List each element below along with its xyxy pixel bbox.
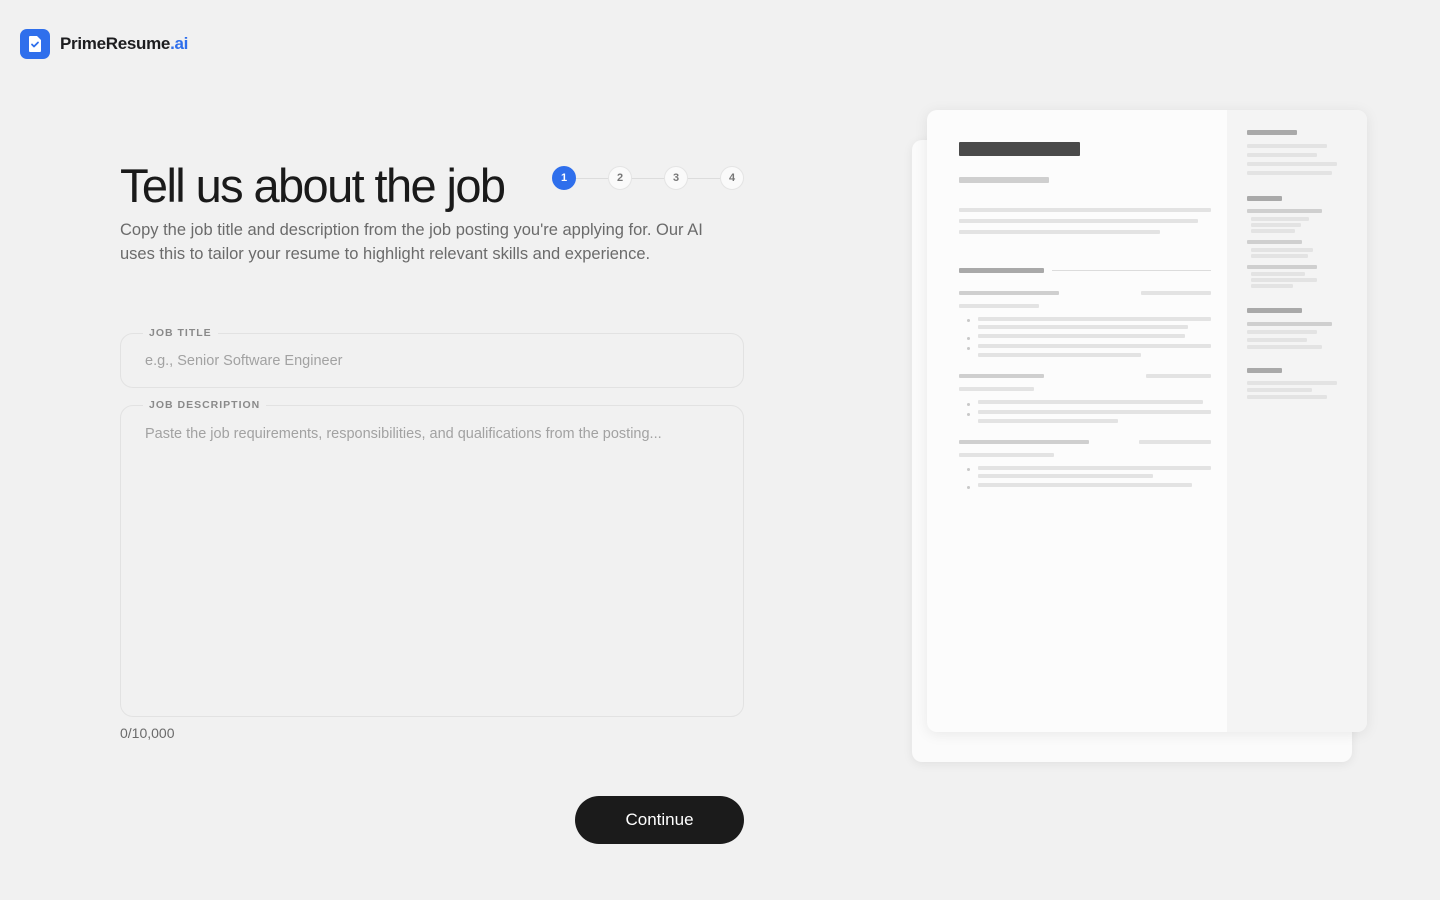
resume-line	[978, 344, 1211, 348]
resume-line	[1247, 388, 1312, 392]
resume-line	[1251, 217, 1309, 221]
resume-line	[978, 419, 1118, 423]
resume-sidebar-heading	[1247, 368, 1282, 373]
resume-line	[1251, 223, 1301, 227]
resume-line	[1247, 345, 1322, 349]
resume-line	[1247, 330, 1317, 334]
continue-button[interactable]: Continue	[575, 796, 744, 844]
resume-line	[1247, 338, 1307, 342]
step-connector	[632, 177, 664, 179]
progress-stepper: 1 2 3 4	[552, 166, 744, 190]
resume-company	[959, 304, 1039, 308]
job-title-label: JOB TITLE	[143, 326, 218, 340]
resume-line	[978, 317, 1211, 321]
resume-line	[1247, 153, 1317, 157]
resume-line	[1247, 162, 1337, 166]
resume-line	[978, 400, 1203, 404]
resume-job-date	[1139, 440, 1211, 444]
brand-name: PrimeResume.ai	[60, 34, 189, 53]
brand-suffix: .ai	[170, 34, 189, 53]
resume-line	[959, 219, 1198, 223]
resume-line	[1247, 209, 1322, 213]
resume-section-rule	[1052, 270, 1211, 271]
resume-sidebar-heading	[1247, 130, 1297, 135]
step-connector	[688, 177, 720, 179]
resume-line	[1251, 229, 1295, 233]
resume-sidebar-heading	[1247, 308, 1302, 313]
resume-bullet	[967, 347, 970, 350]
resume-bullet	[967, 413, 970, 416]
document-check-icon	[20, 29, 50, 59]
step-3: 3	[664, 166, 688, 190]
resume-bullet	[967, 486, 970, 489]
resume-company	[959, 453, 1054, 457]
job-description-label: JOB DESCRIPTION	[143, 398, 267, 412]
resume-line	[1247, 395, 1327, 399]
job-description-input[interactable]	[121, 406, 743, 714]
resume-bullet	[967, 468, 970, 471]
resume-line	[1247, 171, 1332, 175]
resume-bullet	[967, 337, 970, 340]
resume-line	[978, 483, 1192, 487]
step-1: 1	[552, 166, 576, 190]
character-count: 0/10,000	[120, 725, 175, 741]
resume-line	[1247, 240, 1302, 244]
resume-line	[978, 353, 1141, 357]
job-description-field: JOB DESCRIPTION	[120, 398, 744, 717]
resume-line	[978, 325, 1188, 329]
resume-line	[959, 208, 1211, 212]
resume-name-placeholder	[959, 142, 1080, 156]
title-row: Tell us about the job 1 2 3 4	[120, 160, 744, 212]
resume-job-title	[959, 374, 1044, 378]
resume-line	[1247, 265, 1317, 269]
resume-line	[1251, 272, 1305, 276]
resume-sidebar	[1227, 110, 1367, 732]
resume-line	[1251, 284, 1293, 288]
step-4: 4	[720, 166, 744, 190]
resume-line	[978, 466, 1211, 470]
job-form: Tell us about the job 1 2 3 4 Copy the j…	[120, 160, 744, 741]
step-2: 2	[608, 166, 632, 190]
resume-line	[1251, 254, 1308, 258]
resume-line	[978, 410, 1211, 414]
resume-headline-placeholder	[959, 177, 1049, 183]
job-title-field: JOB TITLE	[120, 326, 744, 388]
resume-sheet	[927, 110, 1367, 732]
resume-sidebar-heading	[1247, 196, 1282, 201]
resume-company	[959, 387, 1034, 391]
resume-line	[1247, 144, 1327, 148]
page-subtitle: Copy the job title and description from …	[120, 221, 703, 263]
resume-line	[1251, 248, 1313, 252]
resume-job-title	[959, 291, 1059, 295]
resume-section-heading	[959, 268, 1044, 273]
resume-line	[1251, 278, 1317, 282]
step-connector	[576, 177, 608, 179]
brand-logo[interactable]: PrimeResume.ai	[20, 29, 188, 59]
resume-line	[1247, 381, 1337, 385]
resume-line	[1247, 322, 1332, 326]
job-title-input[interactable]	[121, 334, 743, 387]
resume-line	[978, 474, 1153, 478]
page-title: Tell us about the job	[120, 159, 506, 212]
resume-preview	[912, 110, 1368, 764]
resume-job-title	[959, 440, 1089, 444]
resume-bullet	[967, 403, 970, 406]
resume-job-date	[1141, 291, 1211, 295]
resume-line	[978, 334, 1185, 338]
resume-job-date	[1146, 374, 1211, 378]
resume-line	[959, 230, 1160, 234]
resume-bullet	[967, 319, 970, 322]
